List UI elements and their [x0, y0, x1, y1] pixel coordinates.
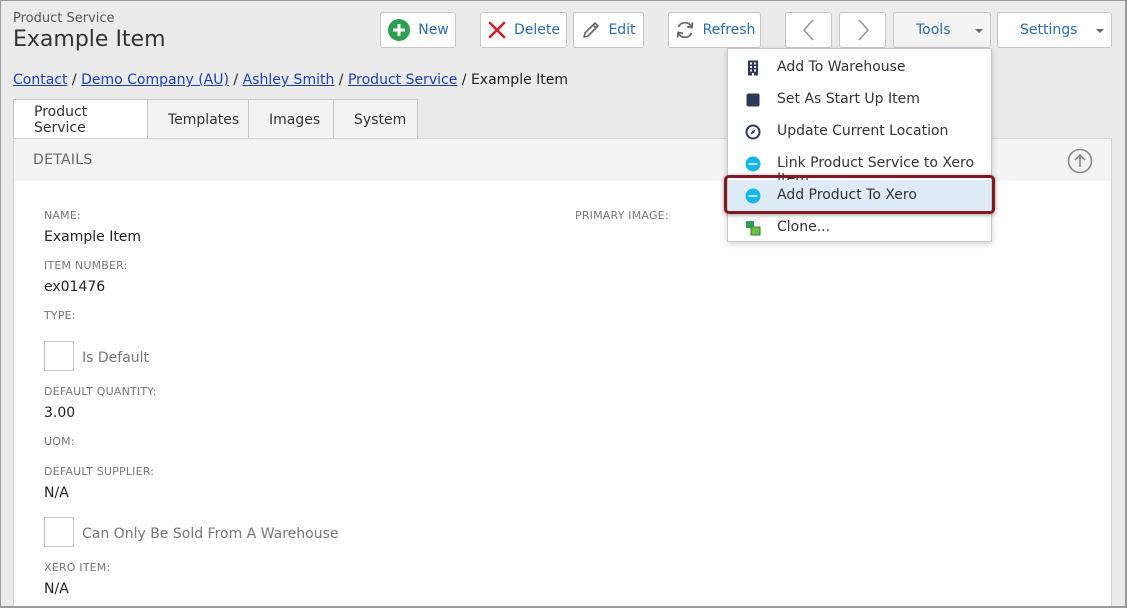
- pencil-icon: [583, 22, 600, 38]
- breadcrumb-link-product-service[interactable]: Product Service: [348, 72, 457, 88]
- new-button[interactable]: New: [380, 12, 456, 48]
- settings-dropdown-button[interactable]: Settings: [997, 12, 1112, 48]
- warehouse-only-label: Can Only Be Sold From A Warehouse: [82, 526, 339, 542]
- square-icon: [746, 93, 760, 107]
- details-heading: DETAILS: [33, 152, 93, 168]
- building-icon: [748, 60, 758, 76]
- tools-dropdown-button[interactable]: Tools: [893, 12, 991, 48]
- menu-item-label: Update Current Location: [777, 123, 949, 139]
- previous-button[interactable]: [785, 12, 832, 48]
- chevron-right-icon: [857, 19, 869, 41]
- menu-item-label: Add To Warehouse: [777, 59, 906, 75]
- settings-button-label: Settings: [1020, 22, 1078, 38]
- delete-button[interactable]: Delete: [480, 12, 567, 48]
- close-icon: [488, 21, 506, 39]
- name-label: NAME:: [44, 209, 81, 222]
- annotation-highlight: [724, 175, 995, 214]
- menu-item-label: Clone...: [777, 219, 831, 235]
- warehouse-only-checkbox[interactable]: [44, 517, 74, 547]
- clone-icon: [746, 221, 761, 236]
- menu-item-clone[interactable]: Clone...: [728, 212, 991, 244]
- tab-product-service[interactable]: Product Service: [13, 99, 148, 140]
- default-quantity-label: DEFAULT QUANTITY:: [44, 385, 157, 398]
- page-title: Example Item: [13, 27, 166, 52]
- primary-image-label: PRIMARY IMAGE:: [575, 209, 669, 222]
- breadcrumb-link-company[interactable]: Demo Company (AU): [81, 72, 229, 88]
- collapse-up-icon[interactable]: [1067, 148, 1093, 174]
- default-supplier-label: DEFAULT SUPPLIER:: [44, 465, 155, 478]
- item-number-label: ITEM NUMBER:: [44, 259, 128, 272]
- xero-icon: [745, 156, 761, 172]
- delete-button-label: Delete: [514, 22, 560, 38]
- next-button[interactable]: [839, 12, 886, 48]
- is-default-label: Is Default: [82, 350, 150, 366]
- default-supplier-value: N/A: [44, 485, 69, 501]
- caret-down-icon: [975, 29, 983, 33]
- tab-bar: Product Service Templates Images System: [13, 99, 418, 140]
- item-number-value: ex01476: [44, 279, 106, 295]
- tab-system[interactable]: System: [333, 99, 418, 139]
- page-subtitle: Product Service: [13, 11, 115, 26]
- edit-button-label: Edit: [608, 22, 636, 38]
- plus-circle-icon: [388, 19, 411, 41]
- default-quantity-value: 3.00: [44, 405, 76, 421]
- app-window: Product Service Example Item New Delete …: [0, 0, 1127, 608]
- caret-down-icon: [1096, 29, 1104, 33]
- type-label: TYPE:: [44, 309, 76, 322]
- xero-item-label: XERO ITEM:: [44, 561, 111, 574]
- tools-button-label: Tools: [916, 22, 951, 38]
- menu-item-add-to-warehouse[interactable]: Add To Warehouse: [728, 52, 991, 84]
- tab-templates[interactable]: Templates: [147, 99, 249, 139]
- breadcrumb: Contact / Demo Company (AU) / Ashley Smi…: [13, 72, 569, 88]
- compass-icon: [745, 124, 761, 140]
- refresh-icon: [676, 21, 693, 39]
- tab-images[interactable]: Images: [248, 99, 334, 139]
- menu-item-update-location[interactable]: Update Current Location: [728, 116, 991, 148]
- uom-label: UOM:: [44, 435, 75, 448]
- edit-button[interactable]: Edit: [573, 12, 644, 48]
- xero-item-value: N/A: [44, 581, 69, 597]
- new-button-label: New: [418, 22, 449, 38]
- name-value: Example Item: [44, 229, 142, 245]
- menu-item-label: Set As Start Up Item: [777, 91, 920, 107]
- is-default-checkbox[interactable]: [44, 341, 74, 371]
- refresh-button[interactable]: Refresh: [668, 12, 761, 48]
- breadcrumb-link-contact[interactable]: Contact: [13, 72, 67, 88]
- menu-item-set-start-up[interactable]: Set As Start Up Item: [728, 84, 991, 116]
- chevron-left-icon: [802, 19, 814, 41]
- breadcrumb-link-person[interactable]: Ashley Smith: [243, 72, 335, 88]
- refresh-button-label: Refresh: [702, 22, 756, 38]
- breadcrumb-current: Example Item: [470, 72, 569, 88]
